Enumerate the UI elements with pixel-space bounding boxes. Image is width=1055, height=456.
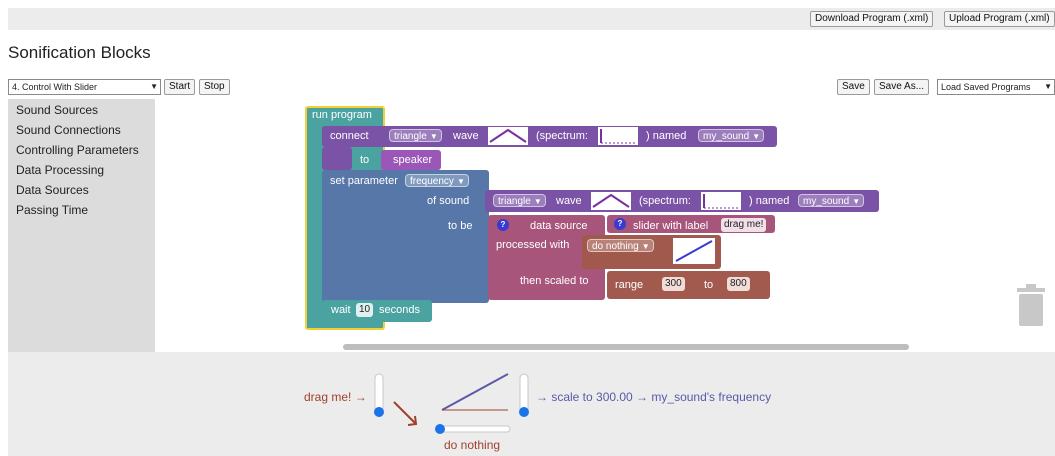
inner-spectrum-label: (spectrum: — [639, 195, 691, 207]
toolbox-category-controlling-parameters[interactable]: Controlling Parameters — [16, 143, 139, 157]
chevron-down-icon: ▼ — [457, 177, 465, 186]
trash-can-icon[interactable] — [1015, 284, 1047, 328]
processed-with-label: processed with — [496, 239, 570, 251]
to-be-label: to be — [448, 220, 473, 232]
run-program-label: run program — [312, 109, 372, 121]
linear-mapping-icon — [673, 238, 715, 264]
to-label: to — [360, 154, 370, 166]
inner-sound-name-dropdown[interactable]: my_sound ▼ — [798, 194, 865, 207]
slider-with-label-label: slider with label — [633, 220, 709, 232]
set-parameter-label: set parameter — [330, 175, 398, 187]
process-function-value: do nothing — [592, 241, 639, 252]
upload-program-button[interactable]: Upload Program (.xml) — [944, 11, 1055, 27]
inner-wave-type-value: triangle — [498, 196, 531, 207]
slider-viz-label: drag me! → — [304, 390, 367, 404]
toolbox-category-data-processing[interactable]: Data Processing — [16, 163, 104, 177]
load-saved-programs-label: Load Saved Programs — [941, 82, 1031, 92]
stop-button[interactable]: Stop — [199, 79, 230, 95]
parameter-dropdown[interactable]: frequency ▼ — [405, 174, 469, 187]
chevron-down-icon: ▼ — [852, 197, 861, 206]
toolbox-category-passing-time[interactable]: Passing Time — [16, 203, 88, 217]
save-button[interactable]: Save — [837, 79, 870, 95]
range-max-field[interactable]: 800 — [727, 277, 750, 291]
connect-label: connect — [330, 130, 369, 142]
chevron-down-icon: ▼ — [641, 242, 650, 251]
chevron-down-icon: ▼ — [150, 82, 158, 91]
load-saved-programs-select[interactable]: Load Saved Programs ▼ — [937, 79, 1055, 95]
example-program-select[interactable]: 4. Control With Slider ▼ — [8, 79, 161, 95]
named-label: ) named — [646, 130, 687, 142]
example-program-value: 4. Control With Slider — [12, 82, 98, 92]
inner-wave-type-dropdown[interactable]: triangle ▼ — [493, 194, 546, 207]
slider-label-field[interactable]: drag me! — [721, 218, 767, 232]
wait-label: wait — [331, 304, 351, 316]
toolbox-category-sound-connections[interactable]: Sound Connections — [16, 123, 121, 137]
help-icon[interactable]: ? — [614, 218, 626, 230]
chevron-down-icon: ▼ — [1044, 82, 1052, 91]
signal-flow-panel: drag me! → do nothing → scale to 300.00 … — [8, 352, 1055, 456]
spectrum-icon[interactable] — [598, 127, 638, 145]
start-button[interactable]: Start — [164, 79, 196, 95]
parameter-value: frequency — [410, 176, 454, 187]
block-toolbox: Sound Sources Sound Connections Controll… — [8, 99, 155, 352]
triangle-wave-icon — [488, 127, 528, 145]
range-to-label: to — [704, 279, 714, 291]
inner-sound-name-value: my_sound — [803, 196, 850, 207]
sound-name-value: my_sound — [703, 131, 750, 142]
wait-seconds-field[interactable]: 10 — [356, 303, 374, 317]
sound-name-dropdown[interactable]: my_sound ▼ — [698, 129, 765, 142]
inner-spectrum-icon[interactable] — [701, 192, 741, 210]
wave-type-value: triangle — [394, 131, 427, 142]
chevron-down-icon: ▼ — [429, 132, 438, 141]
toolbox-category-data-sources[interactable]: Data Sources — [16, 183, 89, 197]
inner-wave-label: wave — [556, 195, 582, 207]
process-viz-label: do nothing — [444, 438, 501, 452]
of-sound-label: of sound — [427, 195, 470, 207]
range-min-field[interactable]: 300 — [662, 277, 685, 291]
chevron-down-icon: ▼ — [533, 197, 542, 206]
connect-block-tail — [322, 147, 352, 170]
speaker-label: speaker — [393, 154, 433, 166]
set-parameter-block[interactable] — [322, 170, 489, 303]
wave-label: wave — [453, 130, 479, 142]
workspace-horizontal-scrollbar[interactable] — [343, 344, 909, 350]
toolbox-category-sound-sources[interactable]: Sound Sources — [16, 103, 98, 117]
process-function-dropdown[interactable]: do nothing ▼ — [587, 239, 654, 252]
page-title: Sonification Blocks — [8, 43, 151, 62]
help-icon[interactable]: ? — [497, 219, 509, 231]
triangle-wave-icon — [591, 192, 631, 210]
data-source-label: data source — [530, 220, 588, 232]
save-as-button[interactable]: Save As... — [874, 79, 930, 95]
range-label: range — [615, 279, 644, 291]
inner-named-label: ) named — [749, 195, 790, 207]
spectrum-label: (spectrum: — [536, 130, 588, 142]
blocks-workspace[interactable]: run program connect triangle ▼ wave (spec… — [155, 99, 1055, 352]
download-program-button[interactable]: Download Program (.xml) — [810, 11, 934, 27]
then-scaled-to-label: then scaled to — [520, 275, 589, 287]
chevron-down-icon: ▼ — [752, 132, 761, 141]
wave-type-dropdown[interactable]: triangle ▼ — [389, 129, 442, 142]
seconds-label: seconds — [379, 304, 420, 316]
output-viz-label: → scale to 300.00 → my_sound's frequency — [536, 390, 772, 404]
